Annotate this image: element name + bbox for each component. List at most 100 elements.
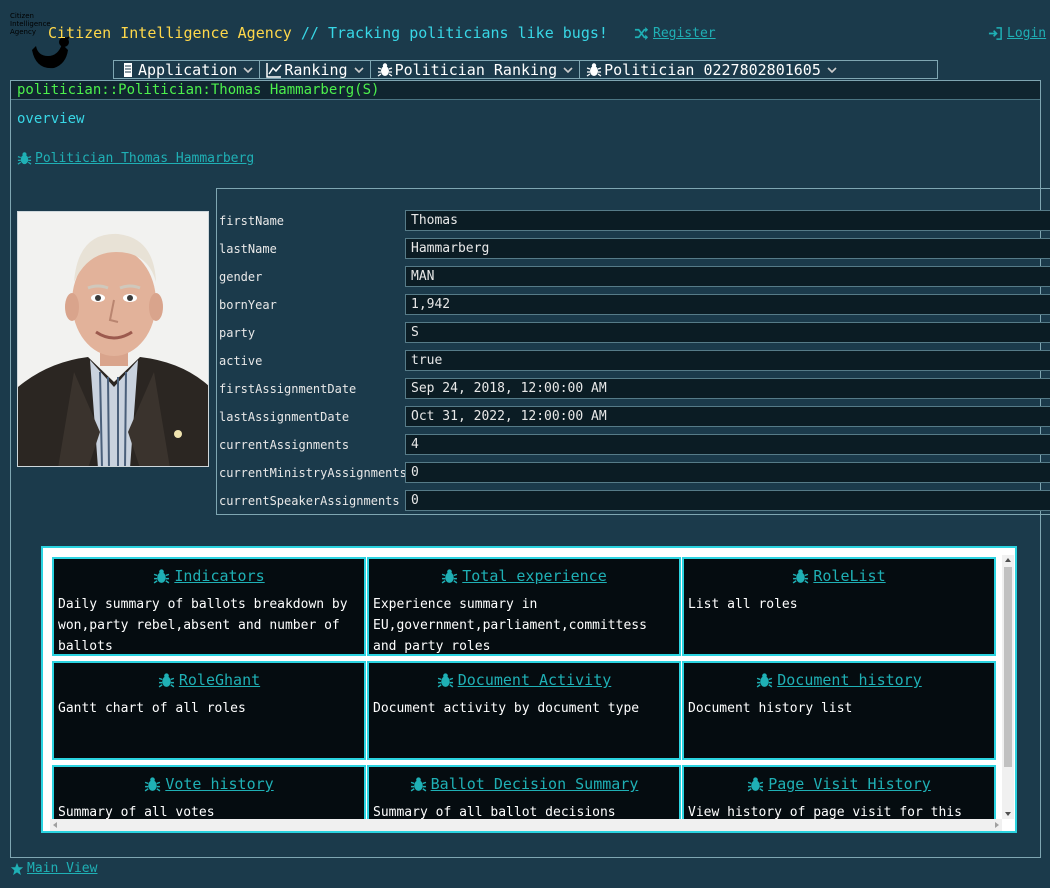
card-description: View history of page visit for this page… bbox=[688, 805, 962, 819]
card-roleghant: RoleGhant Gantt chart of all roles bbox=[52, 661, 366, 760]
field-value-party[interactable]: S bbox=[405, 322, 1050, 343]
bug-icon bbox=[154, 568, 170, 583]
card-description: Summary of all votes bbox=[58, 805, 215, 819]
register-link-text[interactable]: Register bbox=[653, 26, 716, 41]
menu-application[interactable]: Application bbox=[114, 60, 261, 79]
menu-politician[interactable]: Politician 0227802801605 bbox=[580, 61, 843, 79]
bug-icon bbox=[158, 672, 175, 687]
site-title: Citizen Intelligence Agency // Tracking … bbox=[48, 24, 608, 42]
card-description: List all roles bbox=[688, 597, 798, 612]
field-row-lastname: lastName Hammarberg bbox=[217, 238, 1050, 259]
field-label: firstAssignmentDate bbox=[219, 382, 357, 396]
card-title: Document Activity bbox=[369, 671, 679, 689]
panel-caption: politician::Politician:Thomas Hammarberg… bbox=[11, 81, 1040, 100]
menu-application-label: Application bbox=[138, 60, 238, 79]
field-value-bornyear[interactable]: 1,942 bbox=[405, 294, 1050, 315]
card-total-experience: Total experience Experience summary in E… bbox=[367, 557, 681, 656]
field-value-gender[interactable]: MAN bbox=[405, 266, 1050, 287]
scroll-up-icon[interactable] bbox=[1005, 558, 1011, 562]
bug-icon bbox=[793, 568, 809, 583]
card-link-ballot-decision-summary[interactable]: Ballot Decision Summary bbox=[431, 775, 639, 793]
card-title: Vote history bbox=[54, 775, 364, 793]
field-value-firstname[interactable]: Thomas bbox=[405, 210, 1050, 231]
main-menubar: Application Ranking Politician Ranking P… bbox=[113, 60, 938, 79]
politician-details-form: firstName Thomas lastName Hammarberg gen… bbox=[216, 188, 1050, 515]
field-value-last-assignment-date[interactable]: Oct 31, 2022, 12:00:00 AM bbox=[405, 406, 1050, 427]
chevron-down-icon bbox=[243, 66, 253, 73]
field-value-current-speaker-assignments[interactable]: 0 bbox=[405, 490, 1050, 511]
main-view-link-text[interactable]: Main View bbox=[27, 861, 97, 876]
card-title: Ballot Decision Summary bbox=[369, 775, 679, 793]
card-link-document-history[interactable]: Document history bbox=[777, 671, 922, 689]
card-link-document-activity[interactable]: Document Activity bbox=[458, 671, 612, 689]
vertical-scrollbar[interactable] bbox=[1002, 555, 1014, 819]
card-link-indicators[interactable]: Indicators bbox=[174, 567, 264, 585]
politician-link[interactable]: Politician Thomas Hammarberg bbox=[17, 151, 254, 166]
document-icon bbox=[124, 62, 132, 77]
login-link-text[interactable]: Login bbox=[1007, 26, 1046, 41]
field-row-active: active true bbox=[217, 350, 1050, 371]
field-value-current-ministry-assignments[interactable]: 0 bbox=[405, 462, 1050, 483]
bug-icon bbox=[747, 776, 764, 791]
bug-icon bbox=[377, 62, 392, 77]
card-page-visit-history: Page Visit History View history of page … bbox=[682, 765, 996, 819]
card-vote-history: Vote history Summary of all votes bbox=[52, 765, 366, 819]
menu-ranking-label: Ranking bbox=[284, 60, 348, 79]
field-row-party: party S bbox=[217, 322, 1050, 343]
main-view-link[interactable]: Main View bbox=[10, 861, 97, 876]
card-title: RoleList bbox=[684, 567, 994, 585]
bug-icon bbox=[17, 152, 32, 165]
field-value-first-assignment-date[interactable]: Sep 24, 2018, 12:00:00 AM bbox=[405, 378, 1050, 399]
scroll-down-icon[interactable] bbox=[1005, 812, 1011, 816]
field-row-bornyear: bornYear 1,942 bbox=[217, 294, 1050, 315]
card-link-roleghant[interactable]: RoleGhant bbox=[179, 671, 260, 689]
field-label: gender bbox=[219, 270, 263, 284]
bug-icon bbox=[441, 568, 458, 583]
card-link-vote-history[interactable]: Vote history bbox=[165, 775, 273, 793]
card-link-page-visit-history[interactable]: Page Visit History bbox=[768, 775, 931, 793]
menu-politician-ranking[interactable]: Politician Ranking bbox=[371, 60, 581, 79]
chevron-down-icon bbox=[353, 66, 364, 73]
field-value-lastname[interactable]: Hammarberg bbox=[405, 238, 1050, 259]
field-row-first-assignment-date: firstAssignmentDate Sep 24, 2018, 12:00:… bbox=[217, 378, 1050, 399]
field-label: currentSpeakerAssignments bbox=[219, 494, 400, 508]
card-document-history: Document history Document history list bbox=[682, 661, 996, 760]
field-value-current-assignments[interactable]: 4 bbox=[405, 434, 1050, 455]
site-name: Citizen Intelligence Agency bbox=[48, 24, 292, 42]
cards-scroll-area[interactable]: Indicators Daily summary of ballots brea… bbox=[50, 555, 1000, 819]
field-row-current-assignments: currentAssignments 4 bbox=[217, 434, 1050, 455]
card-title: Page Visit History bbox=[684, 775, 994, 793]
menu-politician-ranking-label: Politician Ranking bbox=[394, 60, 558, 79]
card-title: Indicators bbox=[54, 567, 364, 585]
chevron-down-icon bbox=[563, 66, 573, 73]
field-row-current-speaker-assignments: currentSpeakerAssignments 0 bbox=[217, 490, 1050, 511]
scrollbar-thumb[interactable] bbox=[1004, 567, 1012, 767]
card-description: Gantt chart of all roles bbox=[58, 701, 246, 716]
register-link[interactable]: Register bbox=[634, 26, 716, 41]
field-label: firstName bbox=[219, 214, 285, 228]
menu-ranking[interactable]: Ranking bbox=[260, 60, 371, 79]
card-title: RoleGhant bbox=[54, 671, 364, 689]
field-label: currentMinistryAssignments bbox=[219, 466, 407, 480]
field-value-active[interactable]: true bbox=[405, 350, 1050, 371]
card-link-total-experience[interactable]: Total experience bbox=[462, 567, 607, 585]
card-title: Document history bbox=[684, 671, 994, 689]
horizontal-scrollbar[interactable] bbox=[50, 819, 1002, 831]
field-row-firstname: firstName Thomas bbox=[217, 210, 1050, 231]
bug-icon bbox=[437, 672, 454, 687]
card-document-activity: Document Activity Document activity by d… bbox=[367, 661, 681, 760]
card-description: Daily summary of ballots breakdown by wo… bbox=[58, 597, 348, 654]
login-link[interactable]: Login bbox=[988, 26, 1046, 41]
card-link-rolelist[interactable]: RoleList bbox=[813, 567, 885, 585]
star-icon bbox=[10, 862, 24, 875]
card-description: Experience summary in EU,government,parl… bbox=[373, 597, 647, 654]
scroll-right-icon[interactable] bbox=[995, 822, 999, 828]
chevron-down-icon bbox=[827, 66, 837, 73]
politician-link-text[interactable]: Politician Thomas Hammarberg bbox=[35, 151, 254, 166]
scroll-left-icon[interactable] bbox=[53, 822, 57, 828]
field-label: lastName bbox=[219, 242, 277, 256]
portrait-image bbox=[18, 212, 208, 466]
bug-icon bbox=[144, 776, 161, 791]
card-ballot-decision-summary: Ballot Decision Summary Summary of all b… bbox=[367, 765, 681, 819]
card-indicators: Indicators Daily summary of ballots brea… bbox=[52, 557, 366, 656]
